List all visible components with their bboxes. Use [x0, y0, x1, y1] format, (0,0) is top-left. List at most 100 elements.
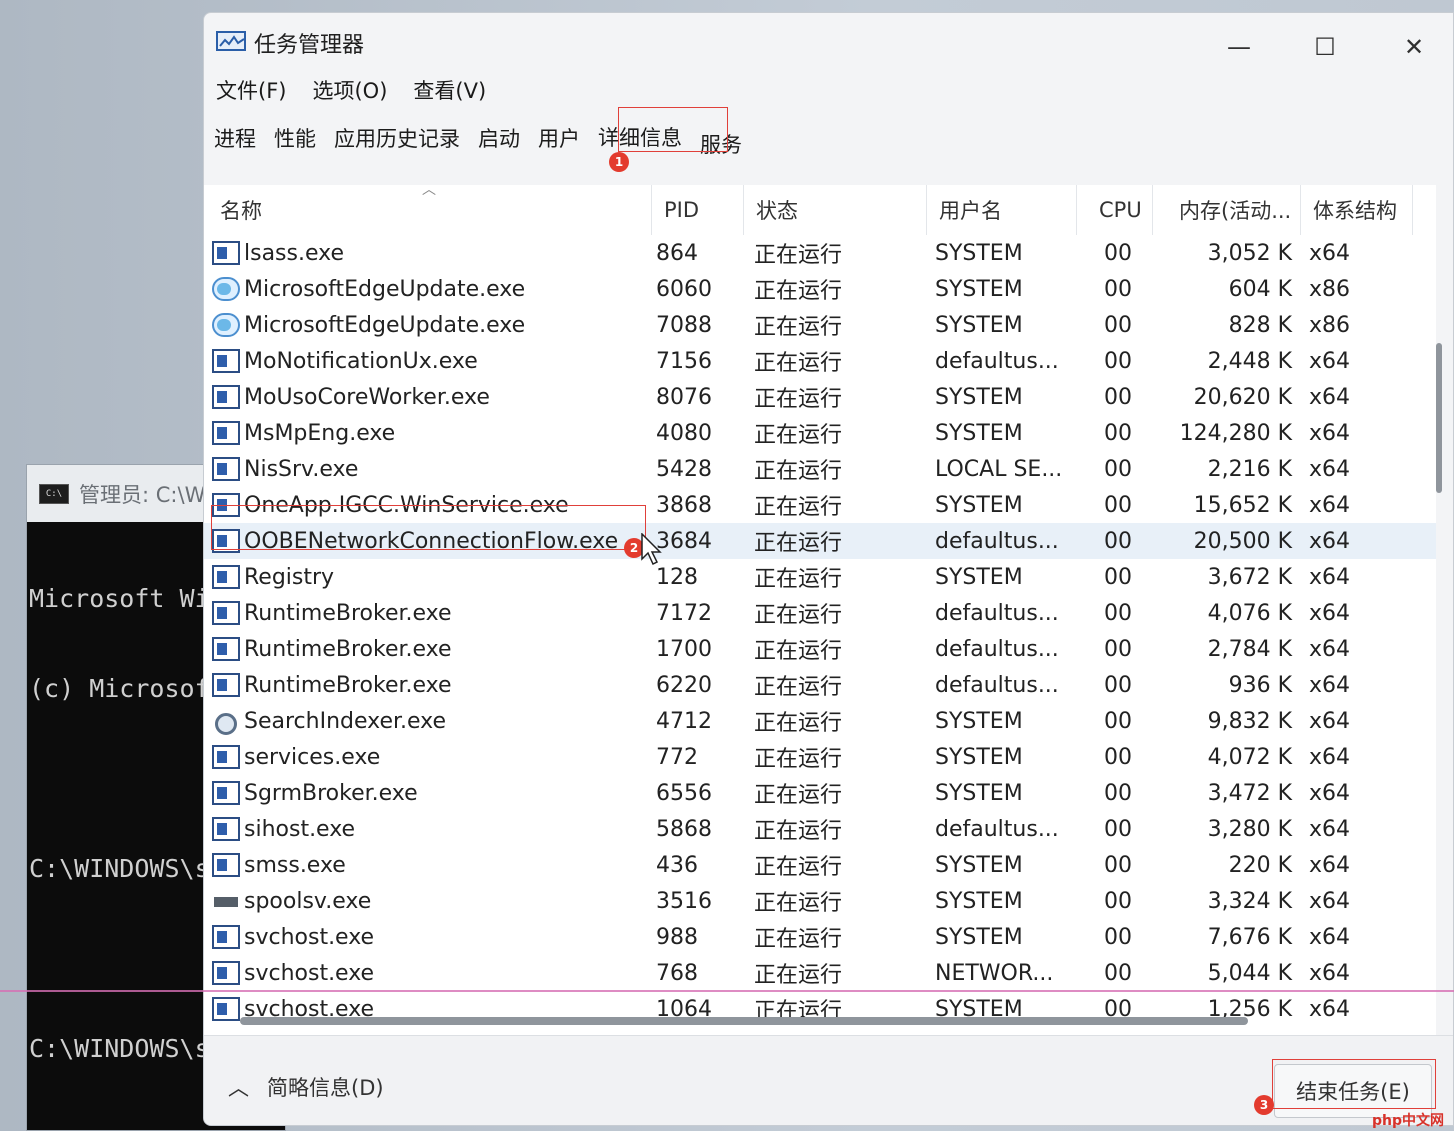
cell-arch: x64 [1309, 348, 1351, 374]
cell-memory: 7,676 K [1207, 924, 1292, 950]
table-row[interactable]: SearchIndexer.exe 4712 正在运行 SYSTEM 00 9,832 K… [204, 703, 1436, 739]
table-row[interactable]: spoolsv.exe 3516 正在运行 SYSTEM 00 3,324 K x64 [204, 883, 1436, 919]
cell-arch: x64 [1309, 780, 1351, 806]
tab-performance[interactable]: 性能 [274, 121, 324, 159]
cell-arch: x64 [1309, 600, 1351, 626]
cell-cpu: 00 [1104, 240, 1132, 266]
table-row[interactable]: svchost.exe 768 正在运行 NETWOR... 00 5,044 K x64 [204, 955, 1436, 991]
table-row[interactable]: lsass.exe 864 正在运行 SYSTEM 00 3,052 K x64 [204, 235, 1436, 271]
table-row[interactable]: MoUsoCoreWorker.exe 8076 正在运行 SYSTEM 00 20,62… [204, 379, 1436, 415]
table-row[interactable]: sihost.exe 5868 正在运行 defaultus... 00 3,280 K x… [204, 811, 1436, 847]
tab-app-history[interactable]: 应用历史记录 [334, 121, 468, 159]
process-icon [212, 349, 240, 373]
table-row[interactable]: MsMpEng.exe 4080 正在运行 SYSTEM 00 124,280 K x64 [204, 415, 1436, 451]
process-icon [212, 925, 240, 949]
process-name: RuntimeBroker.exe [244, 600, 452, 626]
horizontal-scrollbar[interactable] [240, 1017, 1248, 1025]
table-row[interactable]: MicrosoftEdgeUpdate.exe 6060 正在运行 SYSTEM 00 6… [204, 271, 1436, 307]
cell-pid: 3868 [656, 492, 712, 518]
cell-memory: 2,784 K [1207, 636, 1292, 662]
cell-arch: x64 [1309, 996, 1351, 1022]
table-row[interactable]: services.exe 772 正在运行 SYSTEM 00 4,072 K x64 [204, 739, 1436, 775]
cell-status: 正在运行 [754, 423, 843, 448]
cell-cpu: 00 [1104, 816, 1132, 842]
table-row[interactable]: NisSrv.exe 5428 正在运行 LOCAL SE... 00 2,216 K x6… [204, 451, 1436, 487]
cell-user: SYSTEM [935, 708, 1023, 734]
column-header-username[interactable]: 用户名 [927, 185, 1077, 235]
table-row[interactable]: SgrmBroker.exe 6556 正在运行 SYSTEM 00 3,472 K x64 [204, 775, 1436, 811]
cell-cpu: 00 [1104, 528, 1132, 554]
column-header-pid[interactable]: PID [652, 185, 744, 235]
table-row[interactable]: smss.exe 436 正在运行 SYSTEM 00 220 K x64 [204, 847, 1436, 883]
cell-user: NETWOR... [935, 960, 1054, 986]
menu-options[interactable]: 选项(O) [312, 75, 387, 105]
cell-arch: x64 [1309, 672, 1351, 698]
window-title: 任务管理器 [254, 33, 365, 58]
cell-user: SYSTEM [935, 852, 1023, 878]
column-header-cpu[interactable]: CPU [1077, 185, 1153, 235]
table-row[interactable]: RuntimeBroker.exe 6220 正在运行 defaultus... 00 9… [204, 667, 1436, 703]
column-header-status[interactable]: 状态 [744, 185, 927, 235]
minimize-button[interactable]: — [1219, 29, 1259, 65]
edge-update-icon [212, 277, 240, 301]
cell-memory: 9,832 K [1207, 708, 1292, 734]
cell-cpu: 00 [1104, 852, 1132, 878]
cell-arch: x64 [1309, 528, 1351, 554]
cell-cpu: 00 [1104, 780, 1132, 806]
cell-arch: x64 [1309, 924, 1351, 950]
task-manager-icon [216, 31, 246, 51]
cell-cpu: 00 [1104, 924, 1132, 950]
column-header-architecture[interactable]: 体系结构 [1301, 185, 1413, 235]
cell-cpu: 00 [1104, 312, 1132, 338]
titlebar[interactable]: 任务管理器 — ☐ ✕ [204, 13, 1453, 71]
cell-name: MsMpEng.exe [212, 415, 650, 451]
maximize-button[interactable]: ☐ [1305, 29, 1345, 65]
cell-arch: x86 [1309, 312, 1351, 338]
cell-pid: 988 [656, 924, 698, 950]
process-icon [212, 961, 240, 985]
cell-arch: x64 [1309, 420, 1351, 446]
cell-user: SYSTEM [935, 420, 1023, 446]
cell-cpu: 00 [1104, 384, 1132, 410]
table-row[interactable]: MicrosoftEdgeUpdate.exe 7088 正在运行 SYSTEM 00 8… [204, 307, 1436, 343]
column-header-memory[interactable]: 内存(活动... [1153, 185, 1301, 235]
cell-pid: 4712 [656, 708, 712, 734]
menu-bar: 文件(F) 选项(O) 查看(V) [216, 75, 486, 105]
cell-cpu: 00 [1104, 708, 1132, 734]
close-button[interactable]: ✕ [1394, 29, 1434, 65]
fewer-details-toggle[interactable]: ︿ 简略信息(D) [228, 1072, 384, 1102]
table-row[interactable]: RuntimeBroker.exe 1700 正在运行 defaultus... 00 2… [204, 631, 1436, 667]
cell-status: 正在运行 [754, 531, 843, 556]
cell-pid: 768 [656, 960, 698, 986]
column-header-name[interactable]: 名称 [204, 185, 652, 235]
tab-startup[interactable]: 启动 [478, 121, 528, 159]
menu-file[interactable]: 文件(F) [216, 75, 286, 105]
cell-name: SgrmBroker.exe [212, 775, 650, 811]
table-row[interactable]: MoNotificationUx.exe 7156 正在运行 defaultus...… [204, 343, 1436, 379]
menu-view[interactable]: 查看(V) [413, 75, 486, 105]
cell-name: lsass.exe [212, 235, 650, 271]
tab-users[interactable]: 用户 [538, 121, 588, 159]
vertical-scrollbar[interactable] [1436, 343, 1442, 493]
cell-arch: x64 [1309, 456, 1351, 482]
cell-arch: x64 [1309, 708, 1351, 734]
cell-memory: 3,052 K [1207, 240, 1292, 266]
process-icon [212, 997, 240, 1021]
process-icon [212, 457, 240, 481]
cell-cpu: 00 [1104, 744, 1132, 770]
cell-name: services.exe [212, 739, 650, 775]
cell-arch: x64 [1309, 384, 1351, 410]
cell-status: 正在运行 [754, 315, 843, 340]
table-row[interactable]: svchost.exe 988 正在运行 SYSTEM 00 7,676 K x64 [204, 919, 1436, 955]
tab-processes[interactable]: 进程 [214, 121, 264, 159]
cell-status: 正在运行 [754, 639, 843, 664]
cell-user: SYSTEM [935, 564, 1023, 590]
cell-user: SYSTEM [935, 780, 1023, 806]
cell-name: RuntimeBroker.exe [212, 595, 650, 631]
process-name: RuntimeBroker.exe [244, 672, 452, 698]
cell-pid: 5428 [656, 456, 712, 482]
table-row[interactable]: RuntimeBroker.exe 7172 正在运行 defaultus... 00 4… [204, 595, 1436, 631]
table-row[interactable]: Registry 128 正在运行 SYSTEM 00 3,672 K x64 [204, 559, 1436, 595]
cell-cpu: 00 [1104, 420, 1132, 446]
process-name: MoUsoCoreWorker.exe [244, 384, 490, 410]
